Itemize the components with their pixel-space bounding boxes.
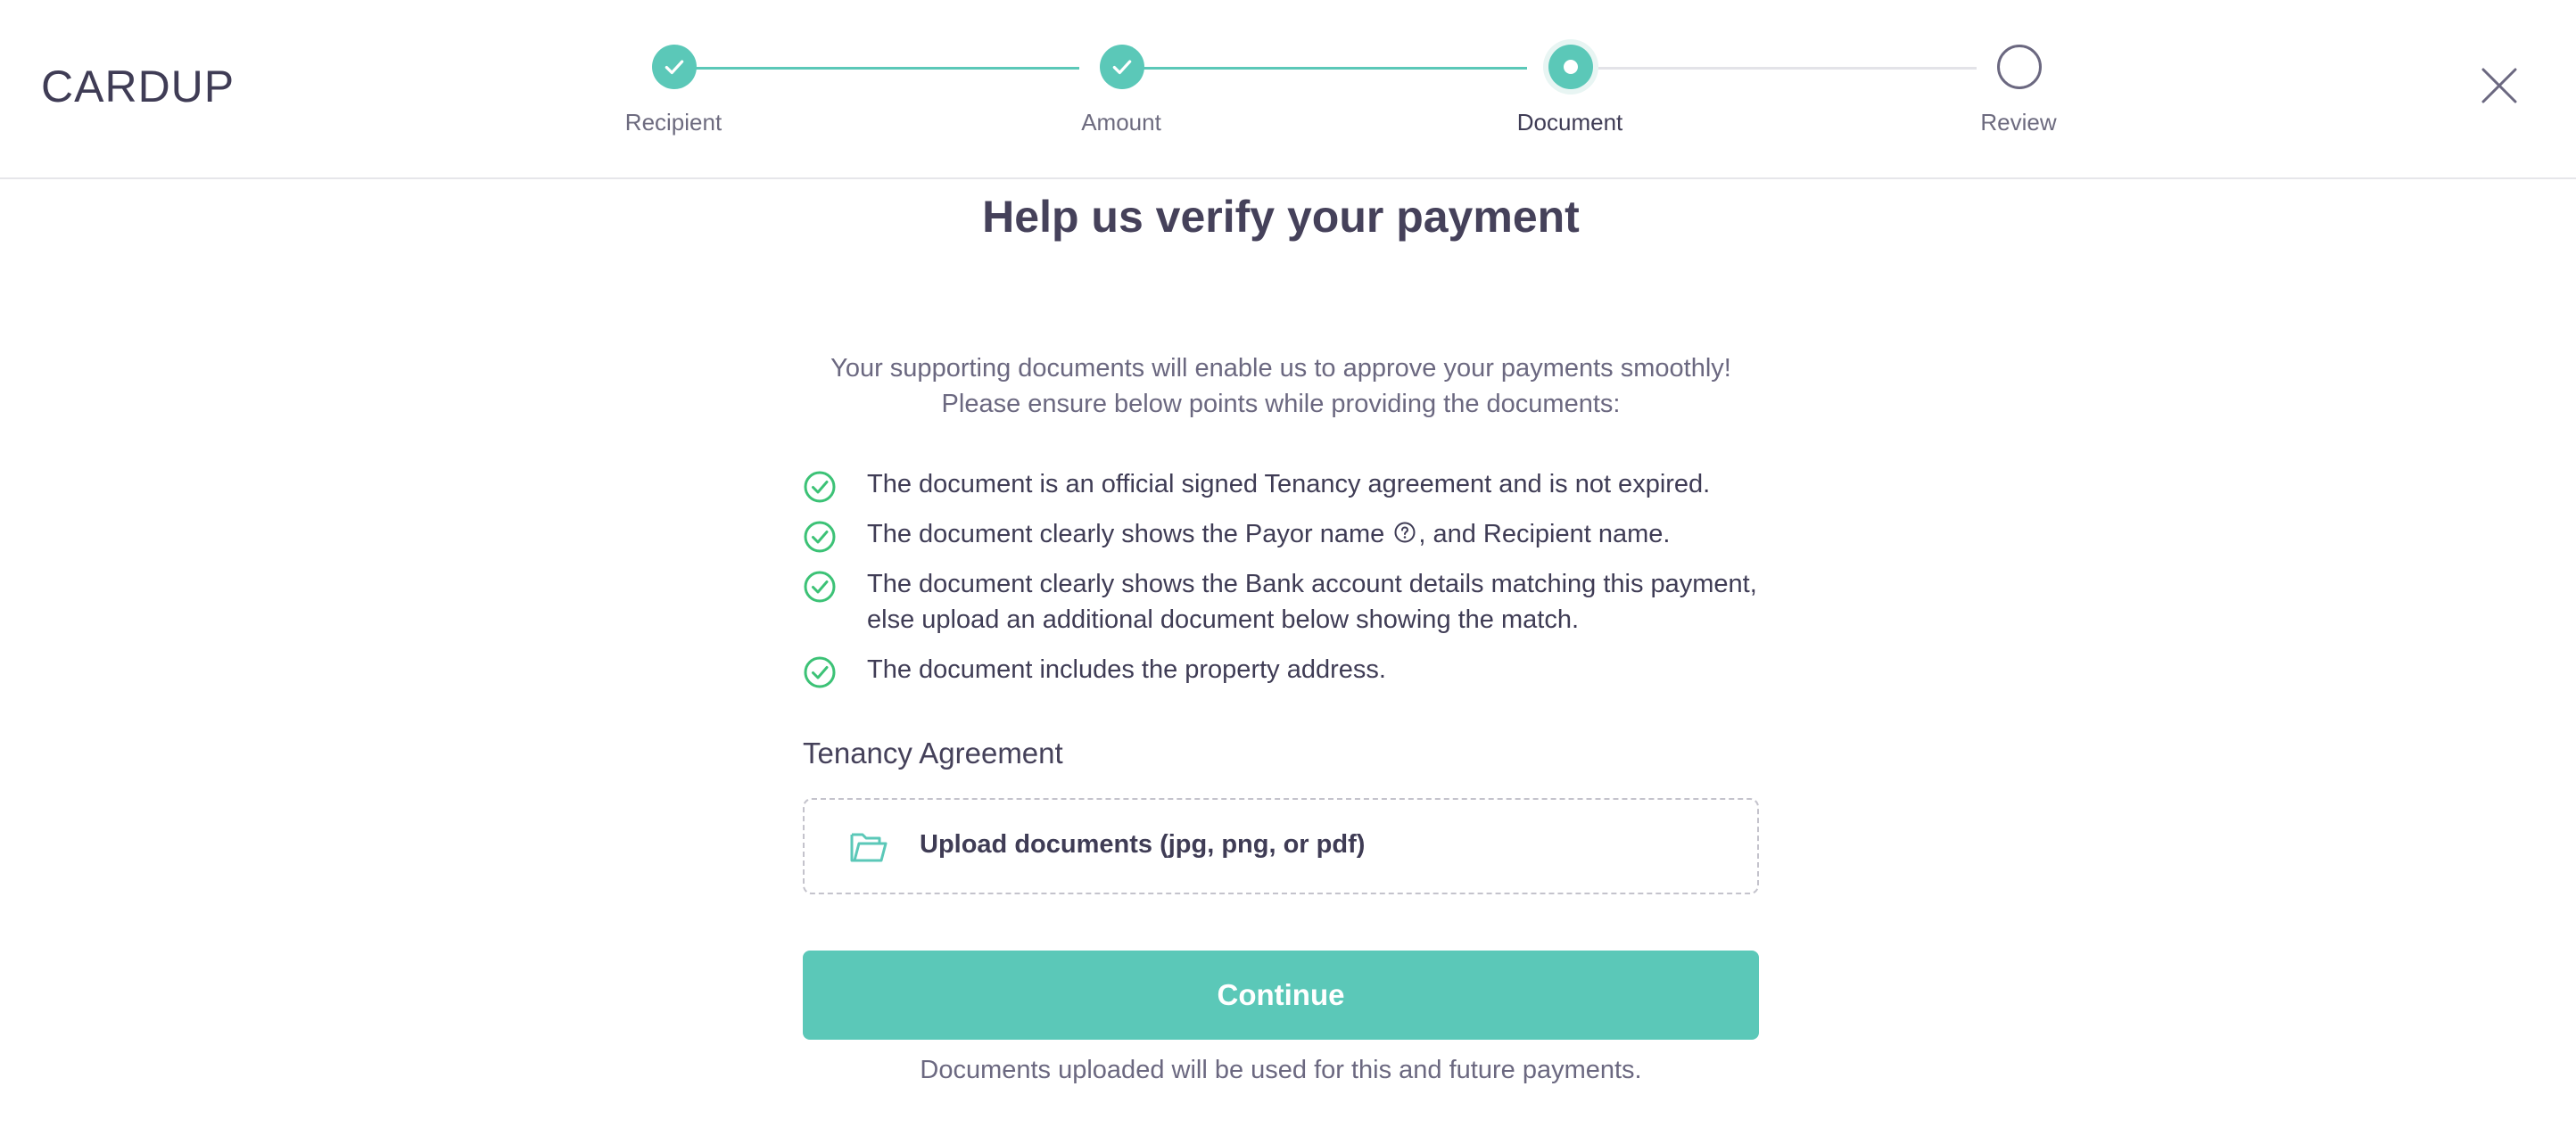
step-amount-label: Amount xyxy=(1081,109,1161,136)
help-circle-icon[interactable] xyxy=(1393,521,1416,544)
intro-text: Your supporting documents will enable us… xyxy=(0,350,2562,422)
continue-button[interactable]: Continue xyxy=(803,951,1759,1040)
checklist-item: The document is an official signed Tenan… xyxy=(803,466,1784,503)
check-circle-icon xyxy=(804,656,836,688)
top-header: CARDUP Recipient Amount Document Review xyxy=(0,0,2576,179)
check-icon xyxy=(665,60,684,75)
checklist-item: The document includes the property addre… xyxy=(803,652,1784,688)
step-recipient[interactable]: Recipient xyxy=(540,0,807,178)
upload-documents-dropzone[interactable]: Upload documents (jpg, png, or pdf) xyxy=(803,798,1759,894)
upload-documents-label: Upload documents (jpg, png, or pdf) xyxy=(920,830,1366,859)
progress-stepper: Recipient Amount Document Review xyxy=(0,0,2576,178)
step-amount-marker xyxy=(1100,45,1144,89)
documents-footnote: Documents uploaded will be used for this… xyxy=(920,1056,1642,1084)
step-recipient-marker xyxy=(652,45,697,89)
intro-line-1: Your supporting documents will enable us… xyxy=(830,354,1731,383)
step-review[interactable]: Review xyxy=(1885,0,2152,178)
close-icon xyxy=(2481,68,2517,103)
checklist-item-text: The document clearly shows the Bank acco… xyxy=(867,570,1757,634)
checklist-item-text-after: , and Recipient name. xyxy=(1418,520,1671,548)
checklist-item: The document clearly shows the Bank acco… xyxy=(803,566,1784,638)
step-document-marker xyxy=(1548,45,1593,89)
requirements-checklist: The document is an official signed Tenan… xyxy=(803,466,1784,702)
step-amount[interactable]: Amount xyxy=(987,0,1255,178)
checklist-item-text: The document is an official signed Tenan… xyxy=(867,470,1711,498)
checklist-item-text: The document includes the property addre… xyxy=(867,655,1386,684)
checklist-item: The document clearly shows the Payor nam… xyxy=(803,516,1784,553)
step-recipient-label: Recipient xyxy=(624,109,722,136)
step-document[interactable]: Document xyxy=(1436,0,1704,178)
page-title: Help us verify your payment xyxy=(982,192,1580,242)
section-label-tenancy-agreement: Tenancy Agreement xyxy=(803,737,1063,770)
step-review-label: Review xyxy=(1980,109,2057,136)
check-icon xyxy=(1112,60,1132,75)
dot-icon xyxy=(1564,60,1578,74)
folder-open-icon xyxy=(850,833,888,862)
checklist-item-text: The document clearly shows the Payor nam… xyxy=(867,520,1385,548)
check-circle-icon xyxy=(804,471,836,503)
empty-circle-icon xyxy=(1997,45,2042,89)
step-document-label: Document xyxy=(1516,109,1623,136)
close-button[interactable] xyxy=(2476,62,2522,109)
intro-line-2: Please ensure below points while providi… xyxy=(941,390,1621,418)
check-circle-icon xyxy=(804,521,836,553)
check-circle-icon xyxy=(804,571,836,603)
